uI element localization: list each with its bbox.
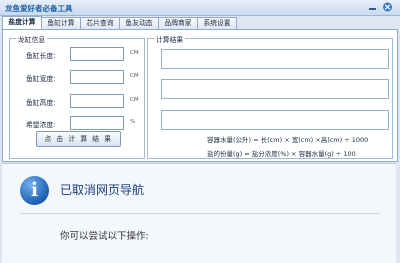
tab-brands[interactable]: 品牌商家 (158, 17, 198, 29)
length-label: 鱼缸长度: (26, 52, 56, 60)
formula-volume: 容器水量(公升) = 长(cm) × 宽(cm) ×高(cm) ÷ 1000 (207, 136, 369, 144)
width-input[interactable] (70, 70, 124, 84)
height-row: 鱼缸高度: CM (10, 94, 144, 108)
tab-salinity[interactable]: 盐度计算 (2, 16, 42, 29)
tab-panel: 龙缸信息 鱼缸长度: CM 鱼缸宽度: CM 鱼缸高度: CM 希望浓度: % (2, 29, 398, 162)
formula-salt: 盐的份量(g) = 盐分浓度(%) × 容器水量(g) ÷ 100 (207, 150, 356, 158)
width-row: 鱼缸宽度: CM (10, 70, 144, 84)
info-icon: i (20, 176, 49, 205)
length-input[interactable] (70, 47, 124, 61)
tab-settings[interactable]: 系统设置 (197, 17, 237, 29)
width-label: 鱼缸宽度: (26, 75, 56, 83)
close-icon (383, 2, 392, 12)
concentration-unit: % (130, 119, 136, 125)
concentration-input[interactable] (70, 116, 124, 130)
width-unit: CM (130, 73, 139, 79)
results-legend: 计算结果 (154, 34, 186, 44)
concentration-row: 希望浓度: % (10, 116, 144, 130)
calculate-button[interactable]: 点 击 计 算 结 果 (36, 131, 121, 147)
minimize-button[interactable] (367, 2, 378, 12)
window-title: 龙鱼爱好者必备工具 (5, 4, 73, 13)
length-unit: CM (130, 50, 139, 56)
length-row: 鱼缸长度: CM (10, 47, 144, 61)
divider (20, 213, 380, 214)
embedded-browser: i 已取消网页导航 你可以尝试以下操作: (2, 163, 396, 263)
tab-fish-news[interactable]: 鱼友动态 (119, 17, 159, 29)
height-label: 鱼缸高度: (26, 99, 56, 107)
height-input[interactable] (70, 94, 124, 108)
app-window: 龙鱼爱好者必备工具 盐度计算 鱼缸计算 芯片查询 鱼友动态 品牌商家 系统设置 … (0, 0, 400, 263)
navigation-canceled-title: 已取消网页导航 (60, 183, 145, 197)
tab-chip-query[interactable]: 芯片查询 (80, 17, 120, 29)
result-field-2[interactable] (161, 79, 389, 99)
height-unit: CM (130, 97, 139, 103)
title-bar: 龙鱼爱好者必备工具 (0, 0, 400, 16)
tank-info-legend: 龙缸信息 (16, 34, 48, 44)
result-field-3[interactable] (161, 110, 389, 130)
tab-tank-calc[interactable]: 鱼缸计算 (41, 17, 81, 29)
close-button[interactable] (382, 2, 393, 12)
concentration-label: 希望浓度: (26, 121, 56, 129)
try-actions-text: 你可以尝试以下操作: (60, 231, 149, 242)
result-field-1[interactable] (161, 49, 389, 69)
